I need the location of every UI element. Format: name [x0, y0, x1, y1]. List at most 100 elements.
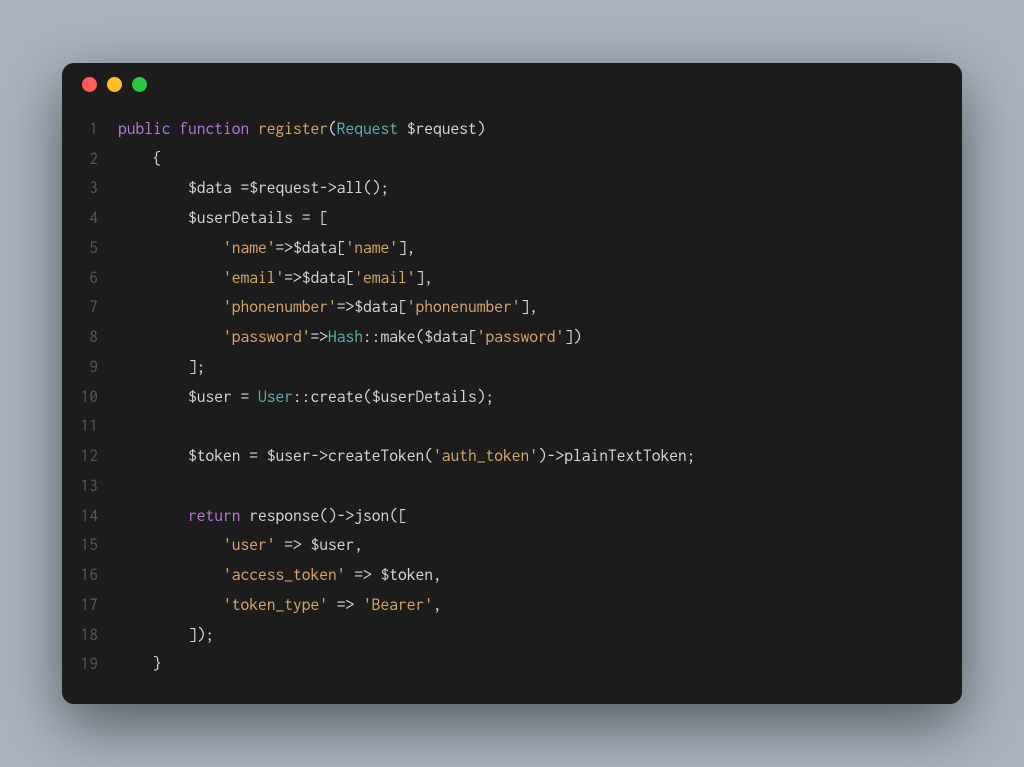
code-content: $data =$request->all(); — [118, 174, 962, 204]
code-content: 'token_type' => 'Bearer', — [118, 591, 962, 621]
token-punc: ( — [328, 120, 337, 138]
token-punc: [ — [468, 328, 477, 346]
token-str: 'access_token' — [223, 566, 346, 584]
token-arrow: => — [276, 536, 311, 554]
token-str: 'token_type' — [223, 596, 328, 614]
token-punc — [118, 209, 188, 227]
line-number: 10 — [62, 383, 118, 413]
code-content: $token = $user->createToken('auth_token'… — [118, 442, 962, 472]
token-punc — [118, 447, 188, 465]
code-line: 15 'user' => $user, — [62, 531, 962, 561]
line-number: 14 — [62, 502, 118, 532]
code-window: 1public function register(Request $reque… — [62, 63, 962, 704]
token-punc: :: — [293, 388, 311, 406]
token-punc — [118, 179, 188, 197]
token-cls: User — [258, 388, 293, 406]
maximize-icon[interactable] — [132, 77, 147, 92]
token-punc: ( — [424, 447, 433, 465]
code-line: 18 ]); — [62, 621, 962, 651]
token-punc: ]); — [118, 626, 214, 644]
token-punc — [118, 566, 223, 584]
line-number: 4 — [62, 204, 118, 234]
token-punc: ; — [687, 447, 696, 465]
code-line: 3 $data =$request->all(); — [62, 174, 962, 204]
line-number: 13 — [62, 472, 118, 502]
code-content: { — [118, 145, 962, 175]
token-punc: ]) — [564, 328, 582, 346]
token-var: $token — [381, 566, 434, 584]
token-var: $user — [267, 447, 311, 465]
token-punc — [118, 328, 223, 346]
token-punc: (); — [363, 179, 389, 197]
token-method: create — [311, 388, 364, 406]
token-punc — [249, 120, 258, 138]
token-arrow: )-> — [538, 447, 564, 465]
token-punc — [118, 596, 223, 614]
token-punc: ], — [398, 239, 416, 257]
token-var: $data — [424, 328, 468, 346]
token-punc — [118, 388, 188, 406]
code-content: 'user' => $user, — [118, 531, 962, 561]
token-punc: ( — [416, 328, 425, 346]
code-line: 6 'email'=>$data['email'], — [62, 264, 962, 294]
line-number: 18 — [62, 621, 118, 651]
code-line: 14 return response()->json([ — [62, 502, 962, 532]
token-op: = — [232, 388, 258, 406]
line-number: 5 — [62, 234, 118, 264]
token-cls: Request — [337, 120, 398, 138]
token-var: $data — [293, 239, 337, 257]
token-arrow: => — [328, 596, 363, 614]
code-content — [118, 412, 962, 442]
token-method: createToken — [328, 447, 424, 465]
line-number: 15 — [62, 531, 118, 561]
token-punc: , — [433, 596, 442, 614]
token-var: $data — [302, 269, 346, 287]
token-arrow: -> — [311, 447, 329, 465]
code-line: 5 'name'=>$data['name'], — [62, 234, 962, 264]
token-str: 'phonenumber' — [407, 298, 521, 316]
token-punc: ); — [477, 388, 495, 406]
code-content: 'password'=>Hash::make($data['password']… — [118, 323, 962, 353]
code-content: ]; — [118, 353, 962, 383]
token-arrow: -> — [319, 179, 337, 197]
token-arrow: => — [311, 328, 329, 346]
token-var: $user — [188, 388, 232, 406]
code-editor[interactable]: 1public function register(Request $reque… — [62, 107, 962, 704]
token-punc — [118, 239, 223, 257]
token-punc — [118, 536, 223, 554]
code-line: 10 $user = User::create($userDetails); — [62, 383, 962, 413]
line-number: 7 — [62, 293, 118, 323]
token-punc: ]; — [118, 358, 206, 376]
token-var: $request — [407, 120, 477, 138]
token-str: 'password' — [223, 328, 311, 346]
code-line: 4 $userDetails = [ — [62, 204, 962, 234]
token-method: json — [354, 507, 389, 525]
close-icon[interactable] — [82, 77, 97, 92]
token-op: = — [232, 179, 250, 197]
token-str: 'Bearer' — [363, 596, 433, 614]
token-str: 'name' — [223, 239, 276, 257]
code-line: 12 $token = $user->createToken('auth_tok… — [62, 442, 962, 472]
line-number: 9 — [62, 353, 118, 383]
code-content: $userDetails = [ — [118, 204, 962, 234]
code-content: public function register(Request $reques… — [118, 115, 962, 145]
token-punc: , — [433, 566, 442, 584]
code-line: 8 'password'=>Hash::make($data['password… — [62, 323, 962, 353]
token-str: 'user' — [223, 536, 276, 554]
token-punc: = [ — [293, 209, 328, 227]
code-content: 'access_token' => $token, — [118, 561, 962, 591]
minimize-icon[interactable] — [107, 77, 122, 92]
code-content: return response()->json([ — [118, 502, 962, 532]
line-number: 8 — [62, 323, 118, 353]
code-content: 'phonenumber'=>$data['phonenumber'], — [118, 293, 962, 323]
code-line: 16 'access_token' => $token, — [62, 561, 962, 591]
line-number: 12 — [62, 442, 118, 472]
line-number: 19 — [62, 650, 118, 680]
token-punc: } — [118, 655, 162, 673]
token-kw: public — [118, 120, 171, 138]
line-number: 3 — [62, 174, 118, 204]
token-punc — [118, 269, 223, 287]
code-content: ]); — [118, 621, 962, 651]
token-arrow: ()-> — [319, 507, 354, 525]
code-line: 13 — [62, 472, 962, 502]
